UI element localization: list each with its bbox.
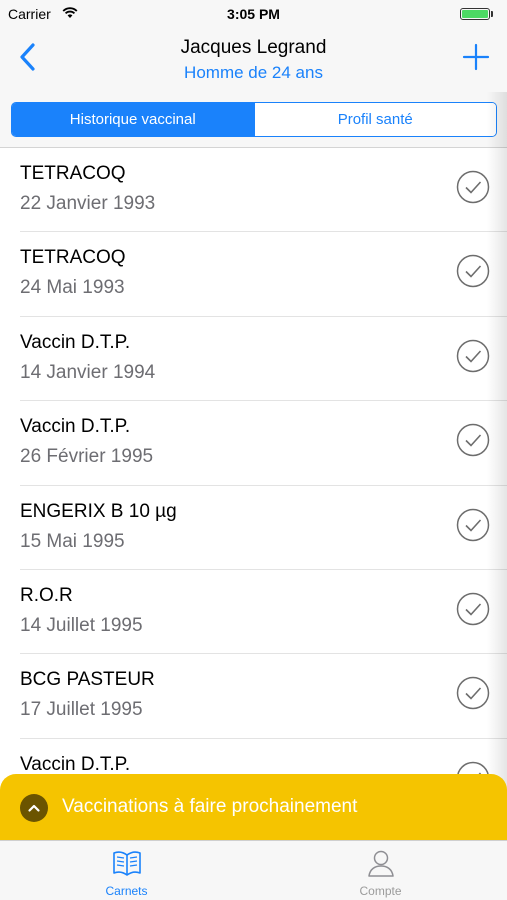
book-icon bbox=[113, 851, 141, 876]
vaccine-date: 15 Mai 1995 bbox=[20, 530, 125, 552]
status-bar: Carrier 3:05 PM bbox=[0, 0, 507, 28]
checkmark-circle-icon[interactable] bbox=[456, 592, 490, 626]
vaccine-name: TETRACOQ bbox=[20, 247, 126, 269]
vaccine-date: 14 Janvier 1994 bbox=[20, 361, 156, 383]
status-time: 3:05 PM bbox=[227, 6, 280, 22]
list-item[interactable]: Vaccin D.T.P. 26 Février 1995 bbox=[0, 401, 507, 486]
vaccine-name: BCG PASTEUR bbox=[20, 669, 155, 691]
vaccine-date: 26 Février 1995 bbox=[20, 446, 154, 468]
battery-tip bbox=[491, 11, 493, 17]
chevron-up-icon[interactable] bbox=[20, 794, 48, 822]
tab-profil-sante[interactable]: Profil santé bbox=[253, 103, 496, 136]
patient-name-title: Jacques Legrand bbox=[180, 37, 327, 58]
checkmark-circle-icon[interactable] bbox=[456, 170, 490, 204]
navigation-bar: Jacques Legrand Homme de 24 ans bbox=[0, 28, 507, 92]
list-item[interactable]: TETRACOQ 22 Janvier 1993 bbox=[0, 148, 507, 233]
banner-label: Vaccinations à faire prochainement bbox=[62, 796, 358, 817]
vaccine-list: TETRACOQ 22 Janvier 1993 TETRACOQ 24 Mai… bbox=[0, 148, 507, 823]
checkmark-circle-icon[interactable] bbox=[456, 423, 490, 457]
checkmark-circle-icon[interactable] bbox=[456, 508, 490, 542]
list-item[interactable]: TETRACOQ 24 Mai 1993 bbox=[0, 232, 507, 317]
vaccine-name: Vaccin D.T.P. bbox=[20, 753, 131, 775]
segmented-control: Historique vaccinal Profil santé bbox=[11, 102, 497, 137]
checkmark-circle-icon[interactable] bbox=[456, 339, 490, 373]
segment-bar: Historique vaccinal Profil santé bbox=[0, 92, 507, 148]
battery-icon bbox=[460, 8, 490, 20]
upcoming-vaccinations-banner[interactable]: Vaccinations à faire prochainement bbox=[0, 774, 507, 840]
tab-bar: Carnets Compte bbox=[0, 840, 507, 900]
vaccine-name: Vaccin D.T.P. bbox=[20, 331, 131, 353]
list-item[interactable]: BCG PASTEUR 17 Juillet 1995 bbox=[0, 654, 507, 739]
tab-carnets[interactable]: Carnets bbox=[0, 841, 253, 900]
patient-subtitle: Homme de 24 ans bbox=[184, 63, 323, 82]
checkmark-circle-icon[interactable] bbox=[456, 676, 490, 710]
tab-compte[interactable]: Compte bbox=[254, 841, 507, 900]
tab-label: Compte bbox=[359, 884, 402, 898]
tab-label: Carnets bbox=[105, 884, 148, 898]
vaccine-date: 17 Juillet 1995 bbox=[20, 699, 143, 721]
vaccine-name: TETRACOQ bbox=[20, 163, 126, 184]
screen: Carrier 3:05 PM Jacques Legrand Homme de… bbox=[0, 0, 507, 900]
tab-historique-vaccinal[interactable]: Historique vaccinal bbox=[12, 103, 254, 136]
list-item[interactable]: R.O.R 14 Juillet 1995 bbox=[0, 570, 507, 655]
vaccine-name: ENGERIX B 10 µg bbox=[20, 500, 177, 522]
person-icon bbox=[368, 850, 394, 877]
vaccine-date: 24 Mai 1993 bbox=[20, 277, 125, 299]
vaccine-name: R.O.R bbox=[20, 584, 73, 606]
vaccine-date: 14 Juillet 1995 bbox=[20, 614, 143, 636]
list-item[interactable]: Vaccin D.T.P. 14 Janvier 1994 bbox=[0, 317, 507, 402]
vaccine-name: Vaccin D.T.P. bbox=[20, 416, 131, 438]
vaccine-date: 22 Janvier 1993 bbox=[20, 193, 156, 214]
checkmark-circle-icon[interactable] bbox=[456, 254, 490, 288]
plus-icon[interactable] bbox=[462, 43, 490, 71]
list-item[interactable]: ENGERIX B 10 µg 15 Mai 1995 bbox=[0, 486, 507, 570]
